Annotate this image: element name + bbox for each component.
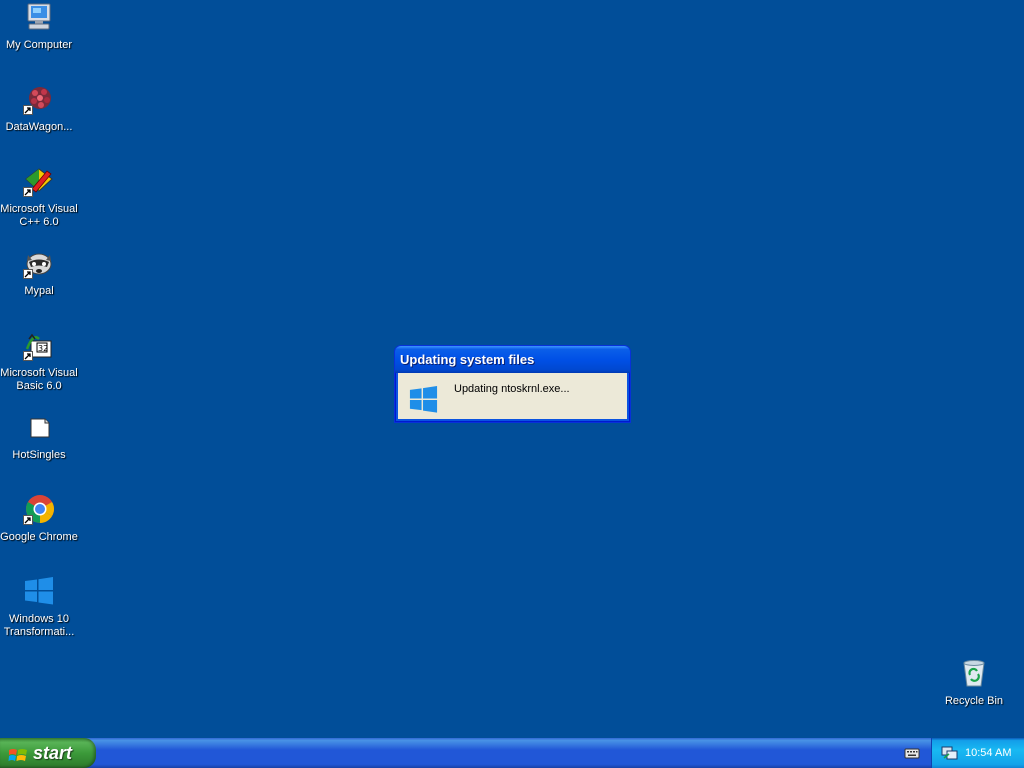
desktop: My Computer DataWagon... Microsoft Visua… [0, 0, 1024, 738]
datawagon-icon [23, 83, 55, 115]
desktop-icon-google-chrome[interactable]: Google Chrome [0, 493, 78, 544]
desktop-icon-label: Windows 10 Transformati... [3, 613, 75, 638]
shortcut-arrow-icon [23, 269, 33, 279]
clock[interactable]: 10:54 AM [965, 738, 1011, 768]
desktop-icon-label: HotSingles [12, 449, 66, 461]
start-button[interactable]: start [0, 738, 96, 768]
shortcut-arrow-icon [23, 351, 33, 361]
dialog-body: Updating ntoskrnl.exe... [398, 373, 627, 419]
desktop-icon-visual-basic[interactable]: 32 Microsoft Visual Basic 6.0 [0, 329, 78, 393]
desktop-icon-windows10-transformation[interactable]: Windows 10 Transformati... [0, 575, 78, 639]
desktop-icon-label: DataWagon... [5, 121, 73, 133]
shortcut-arrow-icon [23, 187, 33, 197]
desktop-icon-label: Google Chrome [0, 531, 78, 543]
desktop-icon-datawagon[interactable]: DataWagon... [0, 83, 78, 134]
shortcut-arrow-icon [23, 515, 33, 525]
desktop-icon-label: Mypal [24, 285, 54, 297]
visual-cpp-icon [23, 165, 55, 197]
recycle-bin-icon [958, 657, 990, 689]
document-icon [23, 411, 55, 443]
start-label: start [33, 743, 73, 763]
desktop-icon-label: Recycle Bin [944, 695, 1004, 707]
computer-icon [23, 1, 55, 33]
svg-text:32: 32 [38, 344, 48, 353]
dialog-message: Updating ntoskrnl.exe... [454, 383, 570, 395]
network-icon[interactable] [941, 745, 959, 766]
desktop-icon-hotsingles[interactable]: HotSingles [0, 411, 78, 462]
windows-flag-icon [8, 744, 28, 768]
visual-basic-icon: 32 [23, 329, 55, 361]
desktop-icon-visual-cpp[interactable]: Microsoft Visual C++ 6.0 [0, 165, 78, 229]
desktop-icon-label: Microsoft Visual C++ 6.0 [0, 203, 78, 228]
desktop-icon-mypal[interactable]: Mypal [0, 247, 78, 298]
raccoon-icon [23, 247, 55, 279]
desktop-icon-label: My Computer [5, 39, 73, 51]
system-tray: 10:54 AM [931, 738, 1024, 768]
desktop-icon-recycle-bin[interactable]: Recycle Bin [935, 657, 1013, 708]
taskbar: start 10:54 AM [0, 738, 1024, 768]
dialog-title[interactable]: Updating system files [395, 346, 630, 373]
desktop-icon-my-computer[interactable]: My Computer [0, 1, 78, 52]
keyboard-icon[interactable] [904, 746, 920, 765]
chrome-icon [23, 493, 55, 525]
update-dialog[interactable]: Updating system files Updating ntoskrnl.… [394, 345, 631, 423]
desktop-icon-label: Microsoft Visual Basic 6.0 [0, 367, 78, 392]
windows-logo-icon [408, 384, 439, 420]
shortcut-arrow-icon [23, 105, 33, 115]
windows-logo-icon [23, 575, 55, 607]
